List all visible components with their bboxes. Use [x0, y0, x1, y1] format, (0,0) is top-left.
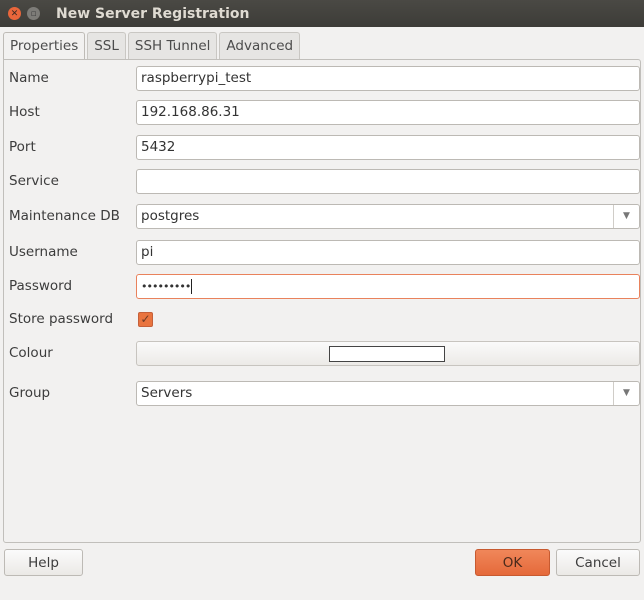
colour-row: Colour [9, 340, 640, 366]
store-password-label: Store password [9, 311, 114, 327]
port-row: Port 5432 [9, 134, 640, 160]
service-input[interactable] [136, 168, 640, 194]
group-select[interactable]: Servers ▼ [136, 380, 640, 406]
tab-ssh-tunnel[interactable]: SSH Tunnel [127, 32, 218, 59]
host-row: Host 192.168.86.31 [9, 99, 640, 125]
ok-button[interactable]: OK [475, 549, 550, 576]
help-button[interactable]: Help [4, 549, 83, 576]
name-label: Name [9, 70, 49, 86]
service-label: Service [9, 173, 59, 189]
name-row: Name raspberrypi_test [9, 65, 640, 91]
close-window-button[interactable]: ✕ [8, 7, 21, 20]
password-input[interactable]: ••••••••• [136, 273, 640, 299]
window-title: New Server Registration [56, 5, 250, 22]
password-value: ••••••••• [141, 279, 191, 293]
group-label: Group [9, 385, 51, 401]
port-input[interactable]: 5432 [136, 134, 640, 160]
minimize-window-button[interactable]: ▫ [27, 7, 40, 20]
port-label: Port [9, 139, 36, 155]
properties-panel: Name raspberrypi_test Host 192.168.86.31… [3, 59, 641, 543]
tab-advanced[interactable]: Advanced [219, 32, 301, 59]
colour-swatch [329, 345, 445, 362]
maintenance-db-select[interactable]: postgres ▼ [136, 203, 640, 229]
service-row: Service [9, 168, 640, 194]
password-row: Password ••••••••• [9, 273, 640, 299]
store-password-checkbox[interactable]: ✓ [138, 312, 153, 327]
checkmark-icon: ✓ [140, 312, 151, 326]
chevron-down-icon[interactable]: ▼ [613, 381, 639, 405]
host-input[interactable]: 192.168.86.31 [136, 99, 640, 125]
maintenance-db-value: postgres [141, 208, 200, 224]
maintenance-db-row: Maintenance DB postgres ▼ [9, 203, 640, 229]
host-label: Host [9, 104, 40, 120]
colour-picker-button[interactable] [136, 340, 640, 366]
tab-properties[interactable]: Properties [3, 32, 86, 60]
maintenance-db-label: Maintenance DB [9, 208, 120, 224]
name-input[interactable]: raspberrypi_test [136, 65, 640, 91]
password-label: Password [9, 278, 73, 294]
username-row: Username pi [9, 239, 640, 265]
username-input[interactable]: pi [136, 239, 640, 265]
title-bar: ✕ ▫ New Server Registration [0, 0, 644, 27]
username-label: Username [9, 244, 78, 260]
group-value: Servers [141, 385, 193, 401]
tab-bar: Properties SSL SSH Tunnel Advanced [3, 32, 302, 60]
group-row: Group Servers ▼ [9, 380, 640, 406]
text-cursor [191, 278, 193, 294]
chevron-down-icon[interactable]: ▼ [613, 204, 639, 228]
tab-ssl[interactable]: SSL [87, 32, 126, 59]
colour-label: Colour [9, 345, 53, 361]
store-password-row: Store password ✓ [9, 307, 639, 331]
cancel-button[interactable]: Cancel [556, 549, 640, 576]
